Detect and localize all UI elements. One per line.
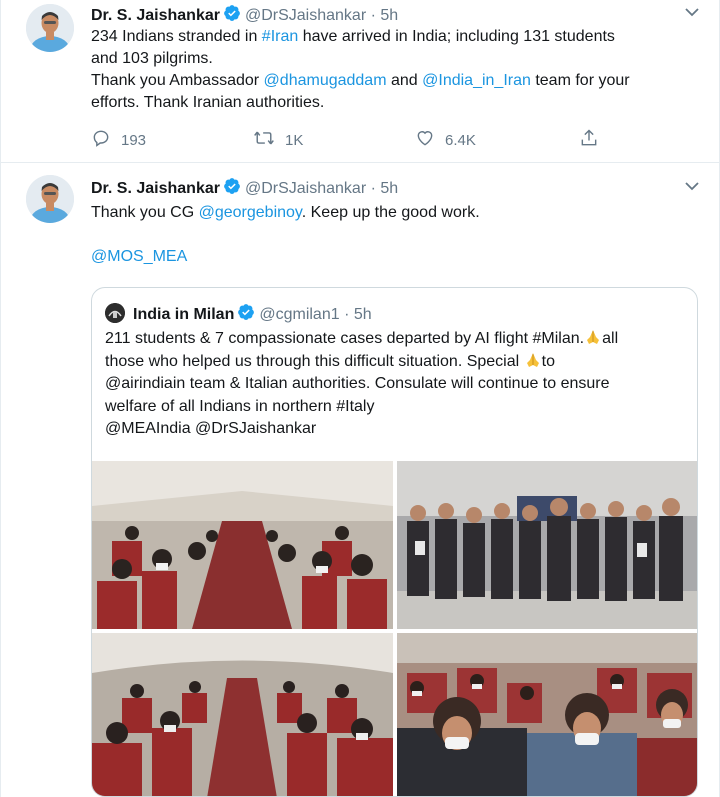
timestamp[interactable]: 5h [380,180,398,197]
author-handle[interactable]: @DrSJaishankar [245,7,366,24]
verified-badge-icon [223,4,241,27]
like-button[interactable]: 6.4K [415,128,476,152]
mention-link[interactable]: @dhamugaddam [264,72,387,89]
share-button[interactable] [579,128,609,152]
like-icon [415,128,445,152]
quoted-author-handle: @cgmilan1 [259,306,340,323]
like-count: 6.4K [445,131,476,149]
hashtag-link[interactable]: #Iran [262,28,298,45]
photo-group-terminal[interactable] [397,461,697,629]
text-span: have arrived in India; including 131 stu… [298,28,615,45]
folded-hands-emoji-icon [584,328,602,346]
chevron-down-icon[interactable] [682,2,702,22]
text-span: to [541,352,555,370]
quoted-tweet[interactable]: India in Milan @cgmilan1 · 5h 211 student… [91,287,698,797]
chevron-down-icon[interactable] [682,176,702,196]
text-span: 234 Indians stranded in [91,28,262,45]
tweet-text: 234 Indians stranded in #Iran have arriv… [91,26,711,114]
quoted-tweet-header: India in Milan @cgmilan1 · 5h [105,303,372,326]
text-span: . Keep up the good work. [301,204,480,221]
tweet-header: Dr. S. Jaishankar @DrSJaishankar · 5h [91,177,398,200]
verified-badge-icon [223,177,241,200]
avatar[interactable] [105,303,125,323]
text-span: those who helped us through this difficu… [105,352,524,370]
timestamp[interactable]: 5h [380,7,398,24]
separator-dot: · [370,180,376,197]
text-line: @MEAIndia @DrSJaishankar [105,420,317,437]
reply-count: 193 [121,131,147,149]
text-span: Thank you Ambassador [91,72,264,89]
quoted-author-name[interactable]: India in Milan [133,306,234,323]
author-name[interactable]: Dr. S. Jaishankar [91,180,220,197]
retweet-count: 1K [285,131,304,149]
avatar[interactable] [26,175,74,223]
tweet[interactable]: Dr. S. Jaishankar @DrSJaishankar · 5h 234… [1,0,720,163]
text-span: and [386,72,423,89]
photo-masked-passengers[interactable] [397,633,697,796]
timestamp: 5h [353,306,372,323]
tweet-header: Dr. S. Jaishankar @DrSJaishankar · 5h [91,4,398,27]
author-name[interactable]: Dr. S. Jaishankar [91,7,220,24]
text-line: and 103 pilgrims. [91,50,213,67]
separator-dot: · [370,7,376,24]
text-line: @airindiain team & Italian authorities. … [105,375,610,392]
photo-cabin-passengers[interactable] [92,633,393,796]
author-handle[interactable]: @DrSJaishankar [245,180,366,197]
tweet[interactable]: Dr. S. Jaishankar @DrSJaishankar · 5h Tha… [1,163,720,797]
text-line: welfare of all Indians in northern #Ital… [105,397,375,415]
tweet-actions: 193 1K 6.4K [91,128,611,150]
avatar[interactable] [26,4,74,52]
separator-dot: · [344,306,350,323]
retweet-button[interactable]: 1K [253,128,303,152]
photo-aircraft-cabin[interactable] [92,461,393,629]
reply-button[interactable]: 193 [91,128,146,152]
timeline: Dr. S. Jaishankar @DrSJaishankar · 5h 234… [0,0,720,797]
tweet-text: Thank you CG @georgebinoy. Keep up the g… [91,202,701,224]
text-span: all [602,330,619,347]
mention-link[interactable]: @India_in_Iran [422,72,531,89]
text-span: 211 students & 7 compassionate cases dep… [105,330,585,347]
text-line: efforts. Thank Iranian authorities. [91,94,325,111]
text-span: team for your [530,72,630,89]
text-span: Thank you CG [91,204,199,221]
reply-icon [91,128,121,152]
retweet-icon [253,128,285,152]
share-icon [579,128,609,152]
verified-badge-icon [237,303,255,326]
folded-hands-emoji-icon [524,351,542,369]
quoted-tweet-text: 211 students & 7 compassionate cases dep… [105,328,690,441]
mention-link[interactable]: @MOS_MEA [91,246,187,268]
mention-link[interactable]: @georgebinoy [199,204,302,221]
